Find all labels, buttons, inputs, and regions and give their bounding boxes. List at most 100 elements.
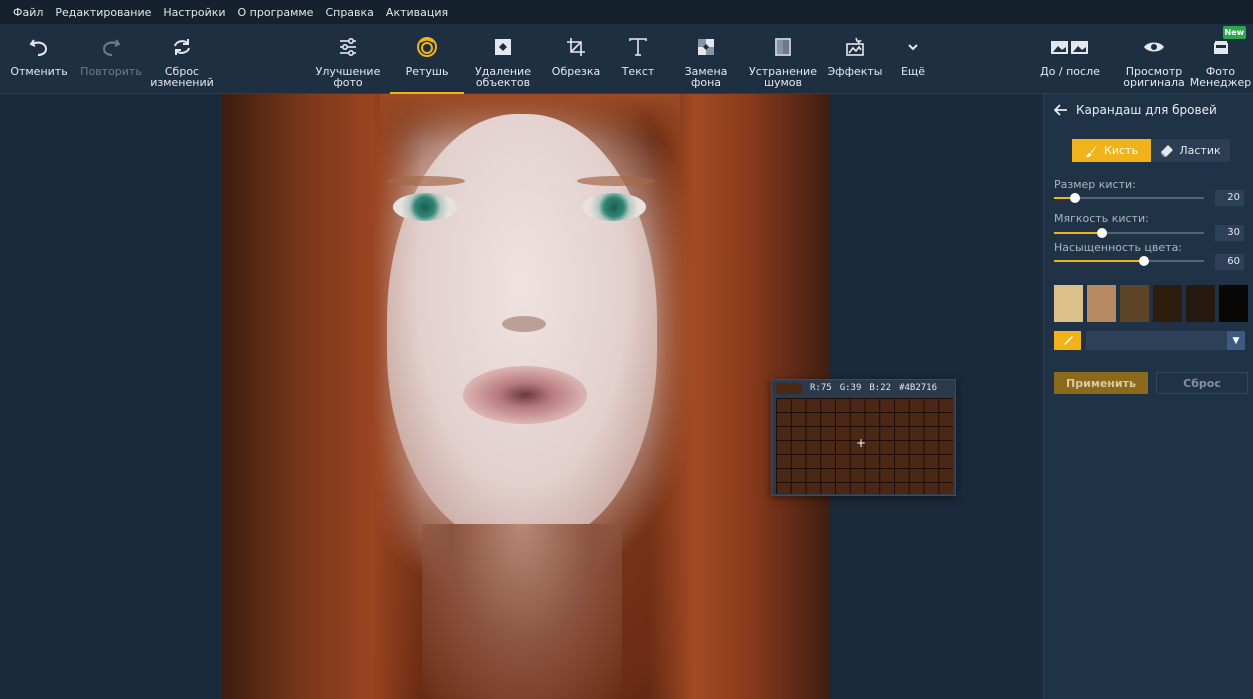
canvas-area[interactable]: R:75 G:39 B:22 #4B2716 + [0,94,1043,699]
blue-value: B:22 [869,383,892,393]
settings-panel: Карандаш для бровей Кисть Ластик Размер … [1043,94,1253,699]
apply-button[interactable]: Применить [1054,372,1148,394]
effects-button[interactable]: Эффекты [824,24,886,94]
eraser-icon [1161,144,1174,157]
denoise-label: Устранение шумов [749,65,817,89]
before-after-label: До / после [1040,65,1100,78]
undo-icon [29,39,48,56]
menu-settings[interactable]: Настройки [163,6,225,19]
brush-icon [1086,144,1098,157]
color-picker-loupe: R:75 G:39 B:22 #4B2716 + [771,379,956,496]
enhance-photo-button[interactable]: Улучшение фото [313,24,383,94]
saturation-slider[interactable] [1054,256,1204,266]
toolbar: Отменить Повторить Сброс изменений Улучш… [0,24,1253,94]
refresh-icon [174,39,190,55]
retouch-button[interactable]: Ретушь [390,24,464,94]
view-original-button[interactable]: Просмотр оригинала [1118,24,1190,94]
photo-manager-icon [1213,41,1228,54]
crop-icon [567,38,585,56]
menu-edit[interactable]: Редактирование [55,6,151,19]
reset-button[interactable]: Сброс [1156,372,1248,394]
eyedropper-button[interactable] [1054,331,1081,350]
replace-background-button[interactable]: Замена фона [674,24,738,94]
brush-size-label: Размер кисти: [1054,178,1136,191]
green-value: G:39 [839,383,862,393]
replace-background-label: Замена фона [684,65,728,89]
right-eyebrow [577,176,655,186]
left-eye [393,193,457,221]
brush-size-slider[interactable] [1054,193,1204,203]
panel-title: Карандаш для бровей [1076,103,1217,117]
photo-manager-button[interactable]: New Фото Менеджер [1188,24,1253,94]
saturation-fill [1054,260,1144,262]
softness-value[interactable]: 30 [1215,225,1244,241]
photo-manager-label: Фото Менеджер [1189,65,1252,89]
reset-changes-label: Сброс изменений [150,65,214,89]
sliders-icon [340,37,356,57]
reset-changes-button[interactable]: Сброс изменений [150,24,214,94]
menu-about[interactable]: О программе [238,6,314,19]
text-label: Текст [621,65,655,78]
eyedropper-icon [1063,335,1073,345]
saturation-value[interactable]: 60 [1215,254,1244,270]
more-button[interactable]: Ещё [890,24,936,94]
hex-value: #4B2716 [899,383,937,393]
color-swatch[interactable] [1153,285,1182,322]
menu-file[interactable]: Файл [13,6,43,19]
face-retouch-icon [417,37,437,57]
denoise-button[interactable]: Устранение шумов [746,24,820,94]
back-arrow-icon[interactable] [1054,104,1068,116]
color-swatch[interactable] [1186,285,1215,322]
softness-knob[interactable] [1097,228,1107,238]
remove-objects-button[interactable]: Удаление объектов [468,24,538,94]
softness-slider[interactable] [1054,228,1204,238]
menu-help[interactable]: Справка [325,6,373,19]
eye-icon [1144,42,1164,52]
nose [502,316,546,332]
crop-button[interactable]: Обрезка [544,24,608,94]
color-swatch[interactable] [1219,285,1248,322]
retouch-label: Ретушь [405,65,449,78]
redo-label: Повторить [80,65,142,78]
remove-objects-icon [495,39,511,55]
color-swatch[interactable] [1087,285,1116,322]
new-badge: New [1222,26,1247,39]
color-dropdown[interactable]: ▼ [1054,331,1245,350]
softness-label: Мягкость кисти: [1054,212,1149,225]
brush-mode-toggle: Кисть Ластик [1072,139,1230,162]
before-after-button[interactable]: До / после [1034,24,1106,94]
effects-icon [846,37,864,56]
view-original-label: Просмотр оригинала [1123,65,1185,89]
brush-size-knob[interactable] [1070,193,1080,203]
brush-size-value[interactable]: 20 [1215,190,1244,206]
enhance-photo-label: Улучшение фото [315,65,381,89]
before-after-icon [1051,41,1088,54]
replace-background-icon [698,39,714,55]
more-label: Ещё [900,65,926,78]
menu-activation[interactable]: Активация [386,6,448,19]
remove-objects-label: Удаление объектов [475,65,531,89]
photo-canvas[interactable] [222,94,829,699]
panel-header[interactable]: Карандаш для бровей [1054,103,1217,117]
brush-tab[interactable]: Кисть [1072,139,1151,162]
brush-label: Кисть [1104,144,1138,157]
eraser-tab[interactable]: Ластик [1151,139,1230,162]
color-swatches [1054,285,1248,322]
eraser-label: Ластик [1179,144,1221,157]
text-button[interactable]: Текст [610,24,666,94]
crop-label: Обрезка [551,65,601,78]
lips [463,366,587,424]
undo-button[interactable]: Отменить [6,24,72,94]
saturation-knob[interactable] [1139,256,1149,266]
effects-label: Эффекты [827,65,883,78]
dropdown-arrow-icon[interactable]: ▼ [1227,331,1245,350]
denoise-icon [775,38,791,56]
redo-button[interactable]: Повторить [78,24,144,94]
text-icon [629,38,647,56]
color-swatch[interactable] [1054,285,1083,322]
custom-color-field[interactable] [1086,331,1227,350]
neck [422,524,622,699]
color-swatch[interactable] [1120,285,1149,322]
left-eyebrow [387,176,465,186]
picked-color-swatch [776,382,802,394]
